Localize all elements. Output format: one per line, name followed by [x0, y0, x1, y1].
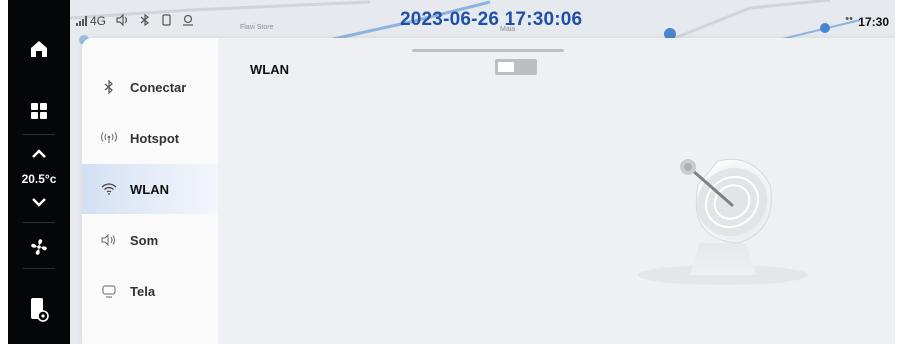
wlan-content: WLAN [218, 59, 895, 344]
content-header [218, 38, 895, 70]
menu-item-label: Hotspot [130, 130, 180, 146]
side-menu: Conectar Hotspot WLAN Som Tela [82, 70, 218, 344]
display-icon [99, 285, 119, 298]
wlan-title: WLAN [250, 62, 289, 77]
more-dots-icon[interactable]: •• [845, 13, 853, 25]
divider [23, 222, 55, 223]
menu-item-som[interactable]: Som [82, 215, 218, 265]
temperature-value: 20.5°c [21, 172, 57, 186]
phone-status-icon [162, 14, 171, 29]
menu-item-wlan[interactable]: WLAN [82, 164, 218, 214]
location-status-icon [182, 14, 194, 29]
wifi-icon [99, 183, 119, 195]
menu-item-label: Tela [130, 283, 156, 299]
satellite-dish-illustration [638, 158, 808, 285]
divider [23, 268, 55, 269]
bluetooth-icon [99, 80, 119, 94]
menu-item-tela[interactable]: Tela [82, 266, 218, 316]
drag-handle[interactable] [412, 49, 564, 52]
menu-item-hotspot[interactable]: Hotspot [82, 113, 218, 163]
wlan-toggle[interactable] [495, 59, 537, 75]
bluetooth-status-icon [140, 13, 150, 29]
datetime-display: 2023-06-26 17:30:06 [400, 9, 583, 30]
clock: 17:30 [858, 15, 889, 29]
settings-panel: Conectar Hotspot WLAN Som Tela WLAN [82, 38, 895, 344]
menu-item-conectar[interactable]: Conectar [82, 62, 218, 112]
apps-grid-icon[interactable] [8, 100, 70, 122]
fan-icon[interactable] [8, 236, 70, 258]
status-bar: 4G Flavi Store Maia 2023-06-26 17:30:06 … [70, 0, 895, 42]
menu-item-label: WLAN [130, 181, 169, 197]
phone-settings-icon[interactable] [8, 296, 70, 324]
screen: 4G Flavi Store Maia 2023-06-26 17:30:06 … [8, 0, 895, 344]
home-icon[interactable] [8, 38, 70, 60]
menu-item-label: Conectar [130, 79, 187, 95]
toggle-knob [498, 62, 514, 72]
divider [23, 134, 55, 135]
map-label: Flavi Store [240, 24, 274, 31]
left-dock: 20.5°c [8, 0, 70, 344]
speaker-icon [99, 234, 119, 246]
signal-bars-icon [76, 16, 87, 26]
volume-icon [116, 13, 130, 29]
temperature-down-icon[interactable] [8, 194, 70, 210]
hotspot-icon [99, 132, 119, 144]
network-type: 4G [90, 14, 107, 28]
signal-indicator: 4G [76, 14, 106, 28]
menu-item-label: Som [130, 232, 159, 248]
temperature-up-icon[interactable] [8, 146, 70, 162]
